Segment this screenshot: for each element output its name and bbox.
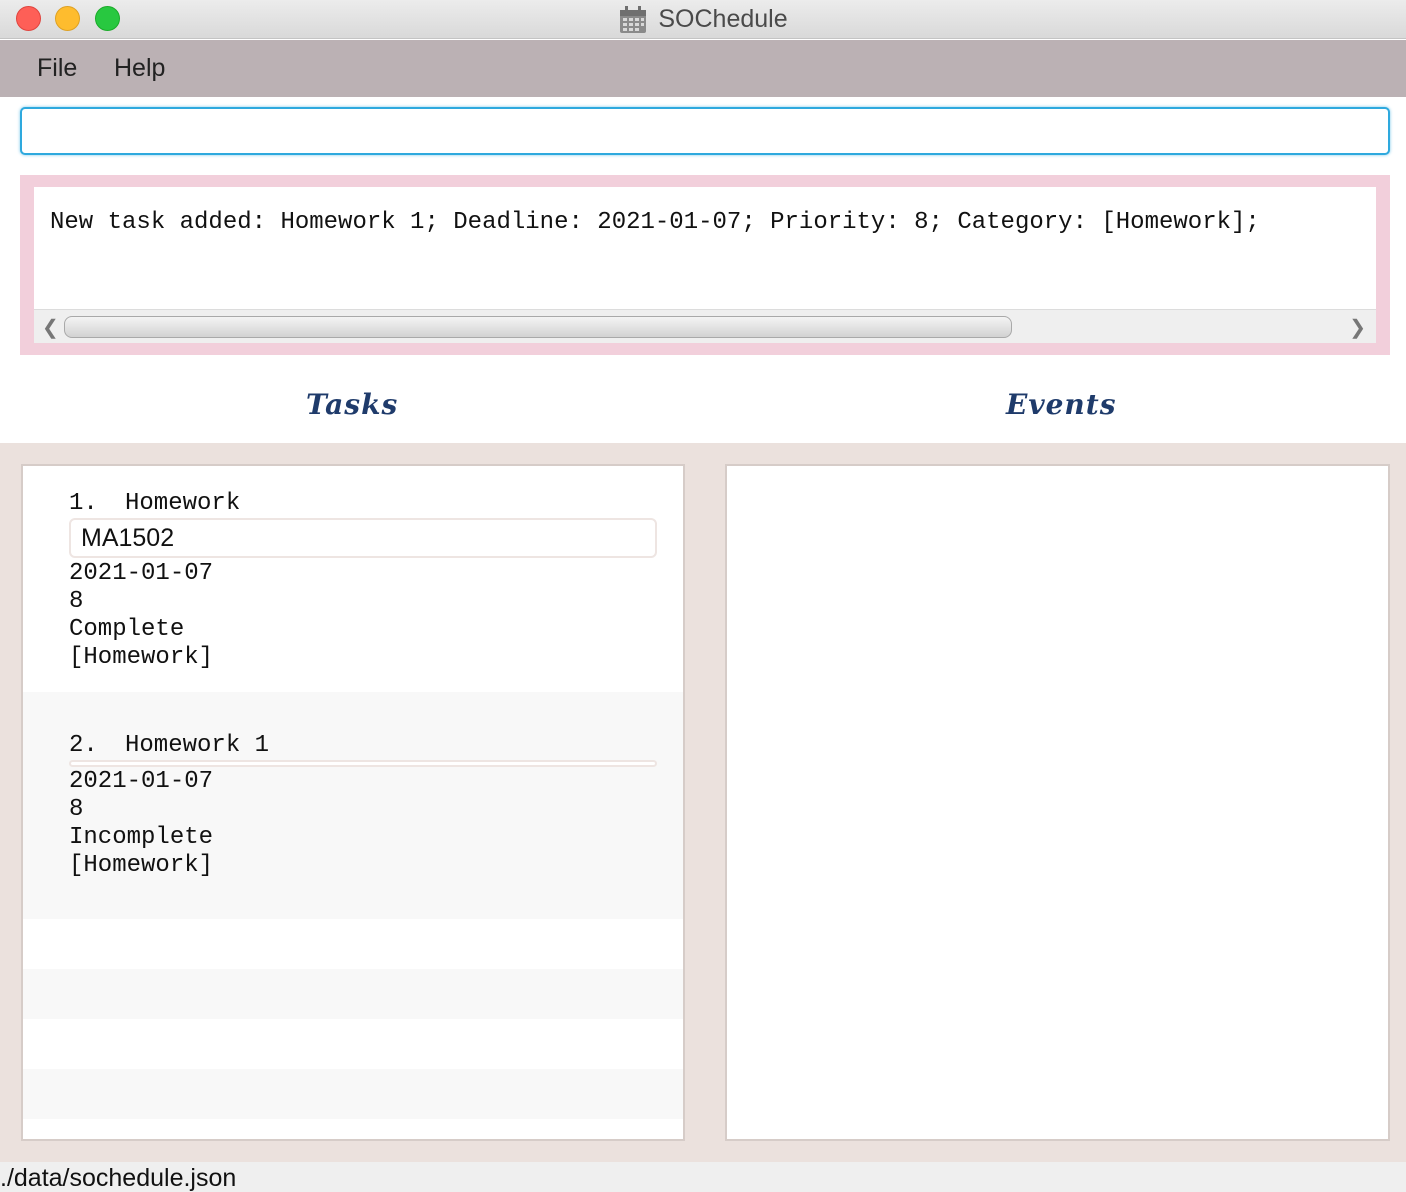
task-card[interactable]: 2. Homework 1 2021-01-07 8 Incomplete [H… <box>23 692 683 919</box>
tasks-header: Tasks <box>306 388 399 421</box>
result-display: New task added: Homework 1; Deadline: 20… <box>34 187 1376 343</box>
task-status: Complete <box>69 616 185 643</box>
task-deadline: 2021-01-07 <box>69 560 214 587</box>
events-header: Events <box>1006 388 1117 421</box>
task-deadline: 2021-01-07 <box>69 768 214 795</box>
empty-list-row <box>23 1019 683 1069</box>
scrollbar-thumb[interactable] <box>64 316 1012 338</box>
task-category: [Homework] <box>69 644 214 671</box>
task-card[interactable]: 1. Homework MA1502 2021-01-07 8 Complete… <box>23 466 683 692</box>
event-list[interactable] <box>725 464 1390 1141</box>
empty-list-row <box>23 919 683 969</box>
task-index: 1. <box>69 490 98 517</box>
task-status: Incomplete <box>69 824 214 851</box>
menu-help[interactable]: Help <box>114 54 165 83</box>
empty-list-row <box>23 969 683 1019</box>
status-bar: ./data/sochedule.json <box>0 1162 1406 1192</box>
menu-bar: File Help <box>0 40 1406 97</box>
window-title-group: SOChedule <box>0 0 1406 39</box>
title-bar: SOChedule <box>0 0 1406 39</box>
menu-file[interactable]: File <box>37 54 77 83</box>
empty-list-row <box>23 1069 683 1119</box>
task-name: Homework 1 <box>125 732 270 759</box>
result-display-panel: New task added: Homework 1; Deadline: 20… <box>20 175 1390 355</box>
scroll-left-icon[interactable]: ❮ <box>42 315 59 340</box>
horizontal-scrollbar[interactable]: ❮ ❯ <box>34 309 1376 343</box>
result-message: New task added: Homework 1; Deadline: 20… <box>50 209 1260 236</box>
task-priority: 8 <box>69 588 84 615</box>
task-list[interactable]: 1. Homework MA1502 2021-01-07 8 Complete… <box>21 464 685 1141</box>
command-input[interactable] <box>20 107 1390 155</box>
save-location: ./data/sochedule.json <box>0 1164 237 1192</box>
calendar-icon <box>620 5 647 33</box>
task-description: MA1502 <box>69 518 657 558</box>
empty-list-row <box>23 1119 683 1139</box>
task-name: Homework <box>125 490 241 517</box>
task-priority: 8 <box>69 796 84 823</box>
task-category: [Homework] <box>69 852 214 879</box>
lists-area: 1. Homework MA1502 2021-01-07 8 Complete… <box>0 443 1406 1162</box>
task-description <box>69 760 657 767</box>
scroll-right-icon[interactable]: ❯ <box>1349 315 1366 340</box>
task-index: 2. <box>69 732 98 759</box>
window-title: SOChedule <box>658 5 788 33</box>
